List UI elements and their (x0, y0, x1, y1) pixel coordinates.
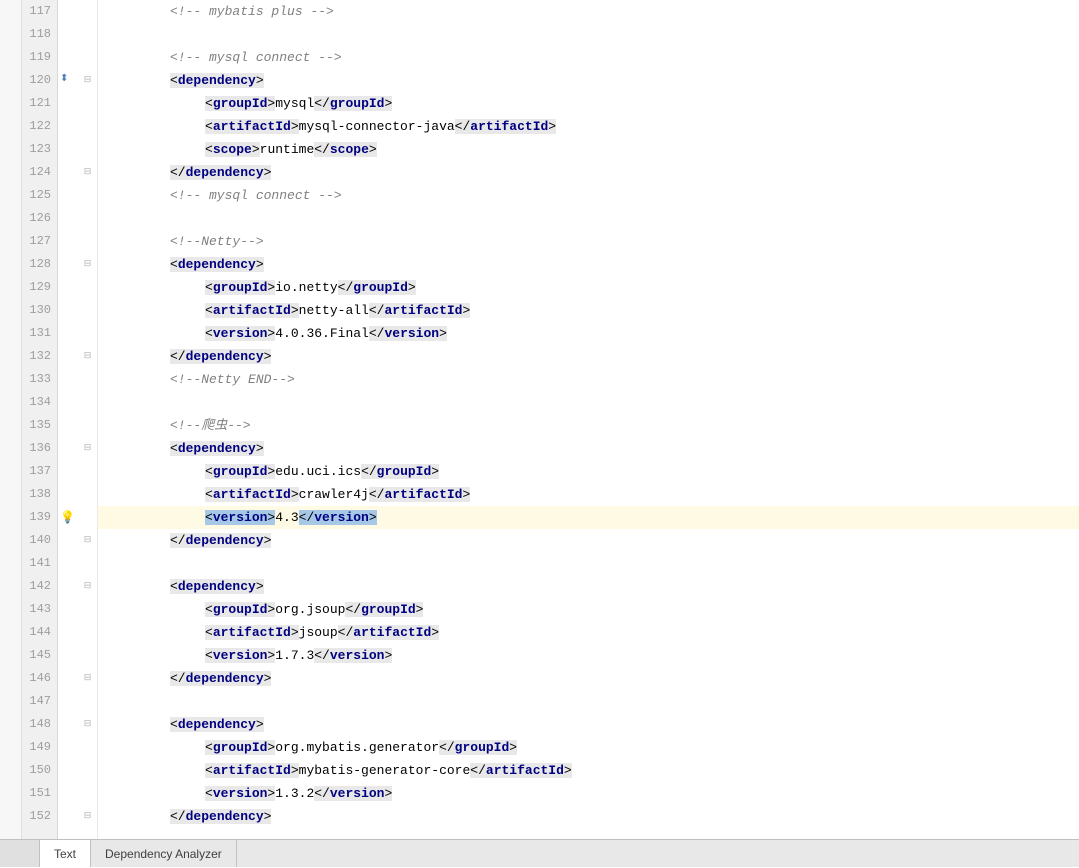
left-marker-bar (0, 0, 22, 839)
line-number[interactable]: 118 (22, 23, 51, 46)
tab-text[interactable]: Text (40, 840, 91, 867)
code-line[interactable]: <dependency> (98, 437, 1079, 460)
fold-close-icon[interactable]: ⊟ (82, 535, 93, 546)
line-number[interactable]: 142 (22, 575, 51, 598)
code-line[interactable]: <groupId>io.netty</groupId> (98, 276, 1079, 299)
code-line[interactable]: <artifactId>crawler4j</artifactId> (98, 483, 1079, 506)
fold-close-icon[interactable]: ⊟ (82, 811, 93, 822)
line-number[interactable]: 125 (22, 184, 51, 207)
code-line[interactable] (98, 391, 1079, 414)
line-number[interactable]: 143 (22, 598, 51, 621)
line-number[interactable]: 117 (22, 0, 51, 23)
code-line[interactable]: <dependency> (98, 713, 1079, 736)
code-line-current[interactable]: <version>4.3</version> (98, 506, 1079, 529)
code-line[interactable]: <!-- mysql connect --> (98, 46, 1079, 69)
line-number[interactable]: 135 (22, 414, 51, 437)
code-area[interactable]: <!-- mybatis plus --> <!-- mysql connect… (98, 0, 1079, 839)
code-line[interactable]: <!--Netty--> (98, 230, 1079, 253)
line-number[interactable]: 145 (22, 644, 51, 667)
editor-container: 1171181191201211221231241251261271281291… (0, 0, 1079, 867)
line-number[interactable]: 126 (22, 207, 51, 230)
icon-column: ⬍💡 (58, 0, 78, 839)
line-number[interactable]: 128 (22, 253, 51, 276)
line-number[interactable]: 151 (22, 782, 51, 805)
code-line[interactable]: <groupId>org.jsoup</groupId> (98, 598, 1079, 621)
fold-open-icon[interactable]: ⊟ (82, 259, 93, 270)
line-number[interactable]: 131 (22, 322, 51, 345)
line-number[interactable]: 141 (22, 552, 51, 575)
line-number[interactable]: 119 (22, 46, 51, 69)
line-number[interactable]: 129 (22, 276, 51, 299)
code-line[interactable]: <scope>runtime</scope> (98, 138, 1079, 161)
code-line[interactable] (98, 690, 1079, 713)
override-marker-icon[interactable]: ⬍ (60, 73, 68, 85)
code-line[interactable]: <artifactId>jsoup</artifactId> (98, 621, 1079, 644)
code-line[interactable]: <artifactId>mybatis-generator-core</arti… (98, 759, 1079, 782)
code-line[interactable]: <dependency> (98, 575, 1079, 598)
bottom-tabs-bar: Text Dependency Analyzer (0, 839, 1079, 867)
fold-open-icon[interactable]: ⊟ (82, 581, 93, 592)
code-line[interactable]: <groupId>mysql</groupId> (98, 92, 1079, 115)
line-number[interactable]: 149 (22, 736, 51, 759)
tabs-left-spacer (0, 840, 40, 867)
fold-close-icon[interactable]: ⊟ (82, 167, 93, 178)
line-number[interactable]: 123 (22, 138, 51, 161)
line-number[interactable]: 133 (22, 368, 51, 391)
line-number[interactable]: 127 (22, 230, 51, 253)
code-line[interactable]: </dependency> (98, 529, 1079, 552)
line-number[interactable]: 121 (22, 92, 51, 115)
tab-dependency-analyzer[interactable]: Dependency Analyzer (91, 840, 237, 867)
code-line[interactable]: <version>1.7.3</version> (98, 644, 1079, 667)
line-number[interactable]: 134 (22, 391, 51, 414)
code-line[interactable]: <!-- mysql connect --> (98, 184, 1079, 207)
code-line[interactable] (98, 552, 1079, 575)
line-number[interactable]: 150 (22, 759, 51, 782)
code-line[interactable]: <version>4.0.36.Final</version> (98, 322, 1079, 345)
line-number[interactable]: 124 (22, 161, 51, 184)
code-line[interactable]: <dependency> (98, 69, 1079, 92)
line-number[interactable]: 132 (22, 345, 51, 368)
code-line[interactable]: </dependency> (98, 161, 1079, 184)
code-line[interactable]: <groupId>org.mybatis.generator</groupId> (98, 736, 1079, 759)
line-number[interactable]: 122 (22, 115, 51, 138)
fold-open-icon[interactable]: ⊟ (82, 719, 93, 730)
line-number[interactable]: 120 (22, 69, 51, 92)
code-line[interactable]: </dependency> (98, 667, 1079, 690)
code-line[interactable] (98, 207, 1079, 230)
line-number[interactable]: 138 (22, 483, 51, 506)
code-line[interactable] (98, 23, 1079, 46)
line-number[interactable]: 139 (22, 506, 51, 529)
line-number[interactable]: 144 (22, 621, 51, 644)
code-line[interactable]: <dependency> (98, 253, 1079, 276)
line-number[interactable]: 130 (22, 299, 51, 322)
line-number[interactable]: 137 (22, 460, 51, 483)
code-line[interactable]: <groupId>edu.uci.ics</groupId> (98, 460, 1079, 483)
line-number[interactable]: 140 (22, 529, 51, 552)
code-line[interactable]: <!--爬虫--> (98, 414, 1079, 437)
code-line[interactable]: <!--Netty END--> (98, 368, 1079, 391)
line-number[interactable]: 136 (22, 437, 51, 460)
line-number[interactable]: 147 (22, 690, 51, 713)
fold-close-icon[interactable]: ⊟ (82, 673, 93, 684)
code-line[interactable]: </dependency> (98, 805, 1079, 828)
fold-close-icon[interactable]: ⊟ (82, 351, 93, 362)
fold-column[interactable]: ⊟ ⊟ ⊟ ⊟ ⊟ ⊟ ⊟ ⊟ ⊟ ⊟ (78, 0, 98, 839)
intention-bulb-icon[interactable]: 💡 (60, 510, 75, 525)
code-line[interactable]: </dependency> (98, 345, 1079, 368)
code-line[interactable]: <artifactId>mysql-connector-java</artifa… (98, 115, 1079, 138)
line-number[interactable]: 146 (22, 667, 51, 690)
line-number[interactable]: 152 (22, 805, 51, 828)
code-line[interactable]: <version>1.3.2</version> (98, 782, 1079, 805)
code-line[interactable]: <artifactId>netty-all</artifactId> (98, 299, 1079, 322)
line-number-gutter[interactable]: 1171181191201211221231241251261271281291… (22, 0, 58, 839)
fold-open-icon[interactable]: ⊟ (82, 443, 93, 454)
fold-open-icon[interactable]: ⊟ (82, 75, 93, 86)
editor-area: 1171181191201211221231241251261271281291… (0, 0, 1079, 839)
line-number[interactable]: 148 (22, 713, 51, 736)
code-line[interactable]: <!-- mybatis plus --> (98, 0, 1079, 23)
